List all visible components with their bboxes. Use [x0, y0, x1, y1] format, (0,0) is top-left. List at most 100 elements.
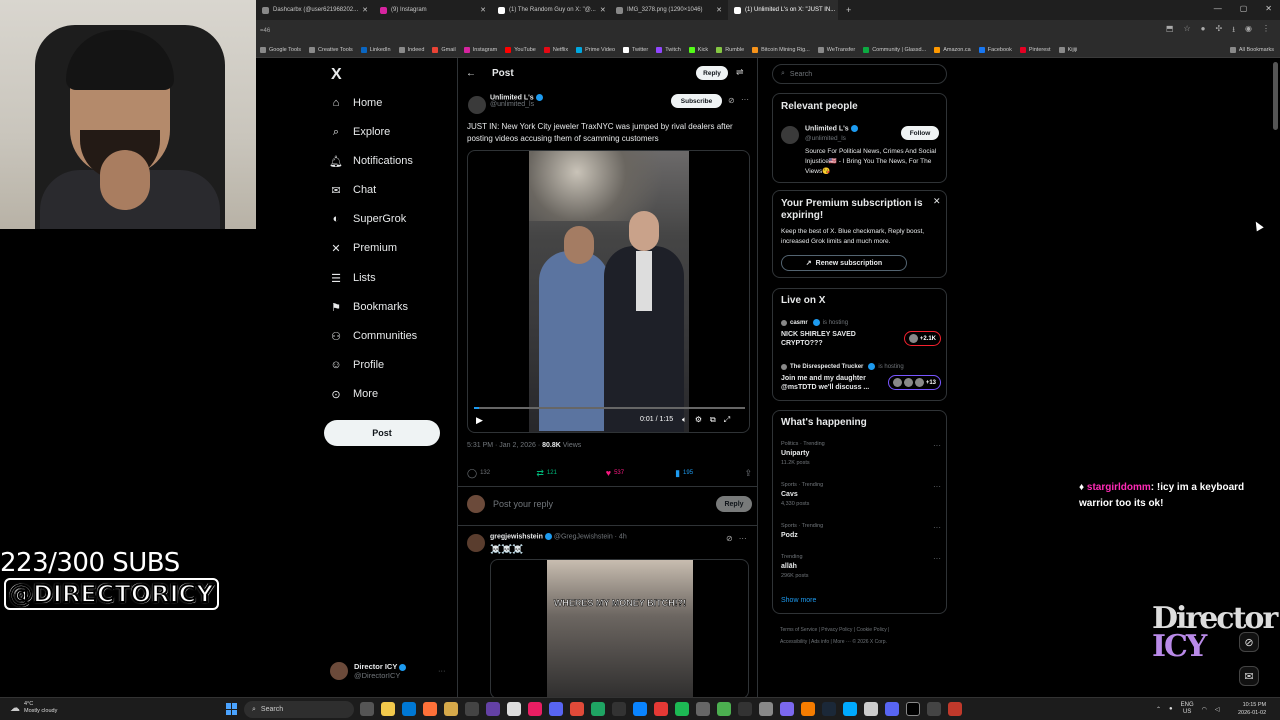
- app-icon[interactable]: [507, 702, 521, 716]
- bookmark[interactable]: Netflix: [543, 46, 568, 53]
- install-icon[interactable]: ⬒: [1166, 24, 1174, 38]
- bookmark[interactable]: Amazon.ca: [934, 46, 971, 53]
- app-icon[interactable]: [444, 702, 458, 716]
- bookmark[interactable]: Community | Glassd...: [863, 46, 926, 53]
- repost-action[interactable]: ⇄ 121: [536, 466, 605, 480]
- more-dots-icon[interactable]: ···: [739, 534, 747, 543]
- star-icon[interactable]: ☆: [1183, 24, 1190, 38]
- browser-tab[interactable]: Dashcarbx (@user621968202... ✕: [256, 0, 374, 20]
- start-icon[interactable]: [226, 703, 238, 715]
- sidebar-item-notifications[interactable]: 🔔︎ Notifications: [329, 155, 413, 168]
- live-item[interactable]: The Disrespected Trucker is hosting Join …: [781, 363, 941, 392]
- grok-icon[interactable]: ⊘: [728, 96, 735, 105]
- all-bookmarks[interactable]: All Bookmarks: [1229, 46, 1280, 53]
- app-icon[interactable]: [843, 702, 857, 716]
- app-icon[interactable]: [864, 702, 878, 716]
- spotify-icon[interactable]: [675, 702, 689, 716]
- sidebar-item-premium[interactable]: ✕ Premium: [330, 242, 397, 255]
- bookmark[interactable]: Gmail: [432, 46, 456, 53]
- bookmark[interactable]: WeTransfer: [817, 46, 855, 53]
- more-dots-icon[interactable]: ···: [741, 95, 749, 104]
- sidebar-item-home[interactable]: ⌂ Home: [330, 97, 383, 109]
- app-icon[interactable]: [486, 702, 500, 716]
- filter-icon[interactable]: ⇌: [736, 67, 744, 78]
- taskbar-search[interactable]: ⌕ Search: [244, 701, 354, 718]
- more-dots-icon[interactable]: ···: [933, 441, 941, 450]
- sidebar-item-lists[interactable]: ☰ Lists: [330, 272, 376, 285]
- minimize-icon[interactable]: —: [1214, 4, 1222, 13]
- app-icon[interactable]: [885, 702, 899, 716]
- new-tab-button[interactable]: +: [838, 5, 851, 15]
- video-player[interactable]: ▶ 0:01 / 1:15 🔈︎ ⚙ ⧉ ⤢: [467, 150, 750, 433]
- app-icon[interactable]: [948, 702, 962, 716]
- discord-icon[interactable]: [549, 702, 563, 716]
- menu-icon[interactable]: ⋮: [1262, 24, 1270, 38]
- reply-media[interactable]: WHERES MY MONEY BITCH!?!: [490, 559, 749, 699]
- account-switcher[interactable]: Director ICY @DirectorICY ···: [330, 662, 446, 680]
- sidebar-item-bookmarks[interactable]: ⚑ Bookmarks: [330, 301, 408, 314]
- bookmark[interactable]: Bitcoin Mining Rig...: [752, 46, 810, 53]
- video-scrubber[interactable]: [474, 407, 745, 409]
- close-tab-icon[interactable]: ✕: [480, 6, 486, 14]
- extension-icon[interactable]: ●: [1201, 24, 1206, 38]
- sidebar-item-chat[interactable]: ✉ Chat: [330, 184, 376, 197]
- trend-item[interactable]: Politics · Trending Uniparty 11.2K posts ··…: [781, 441, 941, 466]
- play-icon[interactable]: ▶: [476, 415, 483, 426]
- tweet-author[interactable]: Unlimited L's @unlimited_ls: [490, 94, 543, 108]
- app-icon[interactable]: [759, 702, 773, 716]
- video-frame[interactable]: [529, 151, 689, 432]
- volume-icon[interactable]: ◁: [1215, 706, 1220, 713]
- bookmark[interactable]: LinkedIn: [360, 46, 391, 53]
- browser-tab[interactable]: (1) The Random Guy on X: "@... ✕: [492, 0, 610, 20]
- reply-submit-button[interactable]: Reply: [716, 496, 752, 512]
- reply-author[interactable]: gregjewishstein @GregJewishstein · 4h: [490, 533, 627, 540]
- follow-button[interactable]: Follow: [901, 126, 939, 140]
- app-icon[interactable]: [780, 702, 794, 716]
- app-icon[interactable]: [927, 702, 941, 716]
- x-logo-icon[interactable]: X: [331, 66, 342, 84]
- pip-icon[interactable]: ⧉: [710, 415, 716, 425]
- like-action[interactable]: ♥ 537: [606, 466, 675, 480]
- browser-tab-active[interactable]: (1) Unlimited L's on X: "JUST IN...✕: [728, 0, 838, 20]
- live-item[interactable]: casmr is hosting NICK SHIRLEY SAVED CRYPT…: [781, 319, 941, 348]
- close-window-icon[interactable]: ✕: [1265, 4, 1272, 13]
- settings-icon[interactable]: ⚙: [695, 415, 702, 425]
- wifi-icon[interactable]: ◠: [1202, 706, 1207, 713]
- scrollbar[interactable]: [1273, 62, 1278, 130]
- app-icon[interactable]: [717, 702, 731, 716]
- clock[interactable]: 10:15 PM 2026-01-02: [1238, 701, 1266, 717]
- grok-icon[interactable]: ⊘: [1239, 632, 1259, 652]
- browser-tab[interactable]: (9) Instagram ✕: [374, 0, 492, 20]
- fullscreen-icon[interactable]: ⤢: [724, 415, 730, 425]
- close-icon[interactable]: ✕: [933, 196, 941, 207]
- language-indicator[interactable]: ENG US: [1181, 702, 1194, 716]
- sidebar-item-more[interactable]: ⊙ More: [330, 388, 378, 401]
- app-icon[interactable]: [612, 702, 626, 716]
- footer-links[interactable]: Terms of Service | Privacy Policy | Cook…: [780, 624, 950, 648]
- trend-item[interactable]: Trending allāh 296K posts ···: [781, 554, 941, 579]
- chrome-icon[interactable]: [570, 702, 584, 716]
- bookmark[interactable]: YouTube: [505, 46, 536, 53]
- mic-icon[interactable]: ●: [1169, 706, 1173, 712]
- puzzle-icon[interactable]: ✣: [1216, 24, 1223, 38]
- reply-action[interactable]: ◯ 132: [467, 466, 536, 480]
- close-tab-icon[interactable]: ✕: [600, 6, 606, 14]
- bookmark[interactable]: Kijiji: [1058, 46, 1077, 53]
- avatar[interactable]: [781, 126, 799, 144]
- more-dots-icon[interactable]: ···: [933, 523, 941, 532]
- app-icon[interactable]: [738, 702, 752, 716]
- relevant-name[interactable]: Unlimited L's: [805, 125, 858, 132]
- edge-icon[interactable]: [402, 702, 416, 716]
- app-icon[interactable]: [591, 702, 605, 716]
- steam-icon[interactable]: [822, 702, 836, 716]
- volume-icon[interactable]: 🔈︎: [682, 415, 687, 425]
- app-icon[interactable]: [633, 702, 647, 716]
- reply-header-button[interactable]: Reply: [696, 66, 728, 80]
- firefox-icon[interactable]: [423, 702, 437, 716]
- bookmark[interactable]: Google Tools: [260, 46, 301, 53]
- bookmark[interactable]: Pinterest: [1019, 46, 1051, 53]
- bookmark[interactable]: Twitter: [623, 46, 648, 53]
- bookmark[interactable]: Kick: [688, 46, 708, 53]
- bookmark[interactable]: Creative Tools: [309, 46, 353, 53]
- post-button[interactable]: Post: [324, 420, 440, 446]
